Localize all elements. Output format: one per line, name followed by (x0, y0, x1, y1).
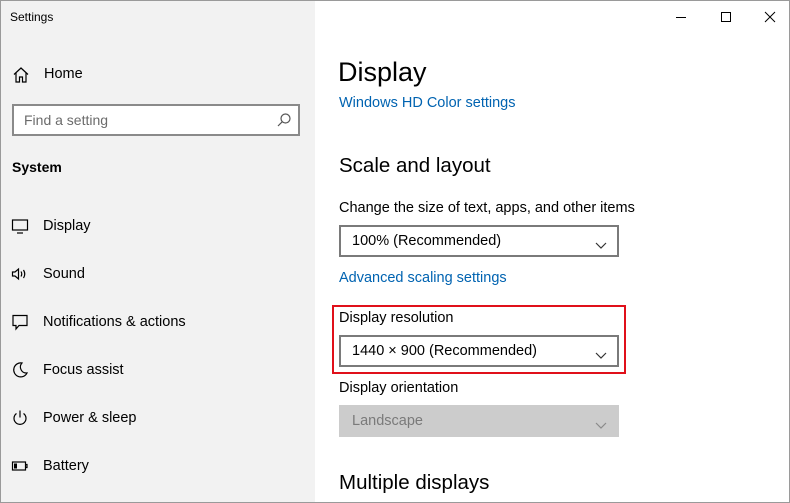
hd-color-settings-link[interactable]: Windows HD Color settings (339, 95, 515, 111)
app-title: Settings (10, 10, 54, 24)
scale-label: Change the size of text, apps, and other… (339, 200, 635, 216)
close-button[interactable] (747, 1, 789, 33)
page-title: Display (338, 57, 427, 87)
orientation-dropdown-value: Landscape (352, 413, 423, 429)
chevron-down-icon (595, 237, 607, 249)
sidebar-item-notifications[interactable]: Notifications & actions (1, 302, 315, 342)
home-icon (12, 66, 30, 84)
sidebar-item-power-sleep[interactable]: Power & sleep (1, 398, 315, 438)
sidebar-item-label: Power & sleep (43, 410, 137, 426)
sidebar-item-label: Battery (43, 458, 89, 474)
search-input[interactable] (14, 106, 264, 134)
resolution-dropdown-value: 1440 × 900 (Recommended) (352, 343, 537, 359)
chevron-down-icon (595, 347, 607, 359)
sidebar-item-sound[interactable]: Sound (1, 254, 315, 294)
resolution-dropdown[interactable]: 1440 × 900 (Recommended) (339, 335, 619, 367)
maximize-icon (721, 12, 731, 22)
battery-icon (11, 457, 29, 475)
advanced-scaling-link[interactable]: Advanced scaling settings (339, 270, 507, 286)
orientation-dropdown: Landscape (339, 405, 619, 437)
scale-layout-heading: Scale and layout (339, 154, 491, 177)
sidebar-item-label: Focus assist (43, 362, 124, 378)
sidebar-item-focus-assist[interactable]: Focus assist (1, 350, 315, 390)
chevron-down-icon (595, 417, 607, 429)
close-icon (764, 11, 776, 23)
orientation-label: Display orientation (339, 380, 459, 396)
settings-window: Settings Home System (0, 0, 790, 503)
scale-dropdown[interactable]: 100% (Recommended) (339, 225, 619, 257)
resolution-label: Display resolution (339, 310, 454, 326)
minimize-button[interactable] (658, 1, 704, 33)
notification-icon (11, 313, 29, 331)
search-box[interactable] (12, 104, 300, 136)
monitor-icon (11, 217, 29, 235)
multiple-displays-heading: Multiple displays (339, 471, 490, 494)
speaker-icon (11, 265, 29, 283)
minimize-icon (676, 17, 686, 18)
sidebar-home-label: Home (44, 66, 83, 82)
sidebar: Settings Home System (1, 1, 315, 502)
sidebar-home[interactable]: Home (1, 57, 315, 91)
maximize-button[interactable] (703, 1, 749, 33)
power-icon (11, 409, 29, 427)
section-title-system: System (12, 159, 62, 175)
scale-dropdown-value: 100% (Recommended) (352, 233, 502, 249)
sidebar-item-label: Sound (43, 266, 85, 282)
sidebar-item-label: Display (43, 218, 91, 234)
search-icon[interactable] (276, 112, 292, 128)
sidebar-item-label: Notifications & actions (43, 314, 186, 330)
sidebar-item-battery[interactable]: Battery (1, 446, 315, 486)
moon-icon (11, 361, 29, 379)
sidebar-item-display[interactable]: Display (1, 206, 315, 246)
